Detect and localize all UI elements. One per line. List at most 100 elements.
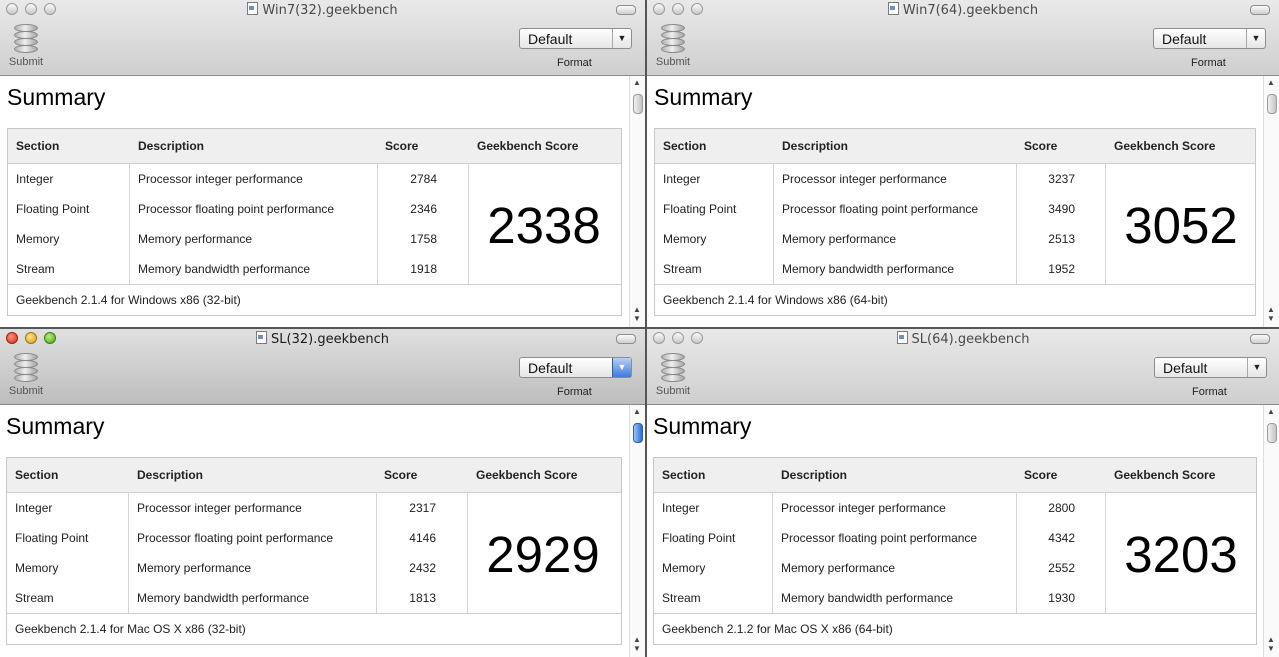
toolbar-toggle-button[interactable]	[1250, 5, 1270, 15]
row-score: 2317	[409, 501, 436, 515]
header-geekbench-score: Geekbench Score	[1114, 468, 1216, 482]
scroll-thumb[interactable]	[1267, 94, 1277, 114]
scroll-thumb[interactable]	[1267, 423, 1277, 443]
row-score: 2346	[410, 202, 437, 216]
submit-button[interactable]: Submit	[6, 353, 46, 397]
database-icon	[14, 24, 38, 54]
geekbench-score: 2338	[487, 197, 601, 254]
summary-heading: Summary	[6, 413, 105, 439]
row-score: 2432	[409, 561, 436, 575]
row-score: 2513	[1048, 232, 1075, 246]
arrow-up-icon[interactable]: ▲	[1267, 305, 1275, 314]
window-title: SL(64).geekbench	[647, 331, 1279, 347]
scroll-thumb[interactable]	[633, 94, 643, 114]
table-header: Section Description Score Geekbench Scor…	[655, 129, 1255, 164]
chevron-down-icon: ▼	[1246, 29, 1265, 48]
arrow-down-icon[interactable]: ▼	[1267, 644, 1275, 653]
arrow-down-icon[interactable]: ▼	[1267, 314, 1275, 323]
format-select[interactable]: Default ▼	[519, 357, 632, 378]
row-description: Memory performance	[138, 232, 253, 246]
summary-content: Summary Section Description Score Geekbe…	[647, 76, 1264, 327]
document-icon	[247, 2, 259, 15]
summary-content: Summary Section Description Score Geekbe…	[0, 405, 630, 657]
summary-content: Summary Section Description Score Geekbe…	[0, 76, 630, 327]
window-sl-32: SL(32).geekbench Submit Default ▼ Format…	[0, 329, 645, 657]
geekbench-score: 3052	[1124, 197, 1238, 254]
toolbar-toggle-button[interactable]	[616, 334, 636, 344]
arrow-down-icon[interactable]: ▼	[633, 644, 641, 653]
toolbar-toggle-button[interactable]	[1250, 334, 1270, 344]
submit-button[interactable]: Submit	[653, 353, 693, 397]
column-divider	[128, 492, 129, 613]
table-footer: Geekbench 2.1.4 for Windows x86 (64-bit)	[655, 284, 1255, 316]
row-section: Stream	[15, 591, 54, 605]
arrow-up-icon[interactable]: ▲	[1267, 78, 1275, 87]
format-select[interactable]: Default ▼	[519, 28, 632, 49]
row-section: Floating Point	[15, 531, 89, 545]
row-section: Integer	[662, 501, 700, 515]
column-divider	[129, 163, 130, 284]
table-header: Section Description Score Geekbench Scor…	[7, 458, 621, 493]
row-score: 2552	[1048, 561, 1075, 575]
row-section: Stream	[663, 262, 702, 276]
header-score: Score	[1024, 139, 1058, 153]
row-description: Processor integer performance	[137, 501, 302, 515]
row-description: Memory bandwidth performance	[138, 262, 311, 276]
row-description: Processor integer performance	[782, 172, 947, 186]
row-section: Stream	[662, 591, 701, 605]
arrow-up-icon[interactable]: ▲	[633, 407, 641, 416]
row-score: 4342	[1048, 531, 1075, 545]
arrow-up-icon[interactable]: ▲	[633, 635, 641, 644]
submit-button[interactable]: Submit	[6, 24, 46, 68]
summary-heading: Summary	[7, 84, 106, 110]
geekbench-score: 2929	[486, 526, 600, 583]
row-section: Memory	[16, 232, 60, 246]
row-section: Memory	[662, 561, 706, 575]
row-description: Memory bandwidth performance	[782, 262, 955, 276]
database-icon	[14, 353, 38, 383]
row-description: Memory performance	[782, 232, 897, 246]
row-section: Integer	[15, 501, 53, 515]
vertical-scrollbar[interactable]: ▲ ▲ ▼	[629, 405, 645, 657]
arrow-up-icon[interactable]: ▲	[633, 305, 641, 314]
vertical-scrollbar[interactable]: ▲ ▲ ▼	[1263, 405, 1279, 657]
summary-heading: Summary	[654, 84, 753, 110]
window-toolbar: Win7(32).geekbench Submit Default ▼ Form…	[0, 0, 645, 76]
format-label: Format	[557, 57, 592, 69]
version-footer: Geekbench 2.1.4 for Mac OS X x86 (32-bit…	[15, 622, 246, 636]
row-description: Processor floating point performance	[138, 202, 335, 216]
format-select[interactable]: Default ▼	[1154, 357, 1267, 378]
toolbar-toggle-button[interactable]	[616, 5, 636, 15]
vertical-scrollbar[interactable]: ▲ ▲ ▼	[629, 76, 645, 327]
window-title: Win7(64).geekbench	[647, 2, 1279, 18]
column-divider	[773, 163, 774, 284]
arrow-up-icon[interactable]: ▲	[1267, 407, 1275, 416]
row-score: 2800	[1048, 501, 1075, 515]
summary-table: Section Description Score Geekbench Scor…	[7, 128, 622, 316]
format-label: Format	[1191, 57, 1226, 69]
summary-content: Summary Section Description Score Geekbe…	[647, 405, 1264, 657]
row-description: Processor integer performance	[781, 501, 946, 515]
window-title: SL(32).geekbench	[0, 331, 645, 347]
scroll-thumb[interactable]	[633, 423, 643, 443]
summary-table: Section Description Score Geekbench Scor…	[653, 457, 1257, 645]
table-footer: Geekbench 2.1.4 for Windows x86 (32-bit)	[8, 284, 621, 316]
row-description: Memory bandwidth performance	[781, 591, 954, 605]
arrow-up-icon[interactable]: ▲	[633, 78, 641, 87]
chevron-down-icon: ▼	[612, 29, 631, 48]
row-section: Floating Point	[662, 531, 736, 545]
chevron-down-icon: ▼	[1247, 358, 1266, 377]
arrow-up-icon[interactable]: ▲	[1267, 635, 1275, 644]
vertical-scrollbar[interactable]: ▲ ▲ ▼	[1263, 76, 1279, 327]
format-select[interactable]: Default ▼	[1153, 28, 1266, 49]
header-section: Section	[663, 139, 707, 153]
row-section: Integer	[663, 172, 701, 186]
submit-button[interactable]: Submit	[653, 24, 693, 68]
header-section: Section	[15, 468, 59, 482]
chevron-down-icon: ▼	[612, 358, 631, 377]
row-score: 3237	[1048, 172, 1075, 186]
window-sl-64: SL(64).geekbench Submit Default ▼ Format…	[647, 329, 1279, 657]
row-score: 1930	[1048, 591, 1075, 605]
window-title: Win7(32).geekbench	[0, 2, 645, 18]
arrow-down-icon[interactable]: ▼	[633, 314, 641, 323]
